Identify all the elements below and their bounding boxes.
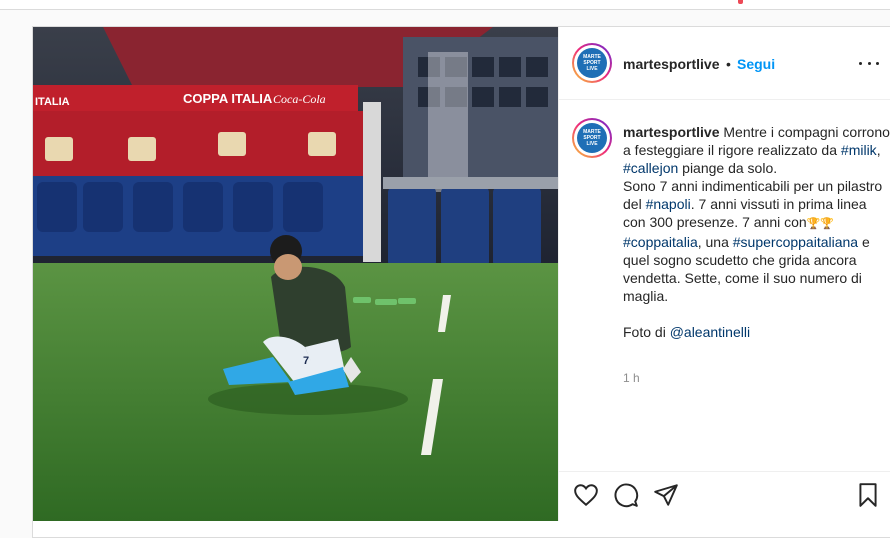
- banner-coppa-text: COPPA ITALIA: [183, 91, 273, 106]
- header-username[interactable]: martesportlive: [623, 56, 719, 72]
- caption-text: , una: [697, 234, 733, 250]
- heart-icon[interactable]: [573, 482, 599, 508]
- post-card: COPPA ITALIA Coca-Cola ITALIA 7 MARTE SP…: [32, 26, 890, 538]
- post-caption: martesportlive Mentre i compagni corrono…: [623, 123, 890, 341]
- notification-dot: [738, 0, 743, 4]
- share-icon[interactable]: [653, 482, 679, 508]
- caption-avatar[interactable]: MARTE SPORT LIVE: [572, 118, 612, 158]
- comment-icon[interactable]: [613, 482, 639, 508]
- hashtag-milik[interactable]: #milik: [841, 142, 877, 158]
- hashtag-supercoppaitaliana[interactable]: #supercoppaitaliana: [733, 234, 858, 250]
- caption-text: piange da solo.: [678, 160, 778, 176]
- brand-logo: MARTE SPORT LIVE: [577, 123, 607, 153]
- post-photo[interactable]: COPPA ITALIA Coca-Cola ITALIA 7: [33, 27, 558, 521]
- hashtag-coppaitalia[interactable]: #coppaitalia: [623, 234, 698, 250]
- top-navbar: [0, 0, 890, 10]
- separator-dot: •: [726, 56, 731, 72]
- mention-aleantinelli[interactable]: @aleantinelli: [670, 324, 750, 340]
- more-icon[interactable]: [859, 53, 879, 73]
- caption-text: ,: [876, 142, 881, 158]
- hashtag-callejon[interactable]: #callejon: [623, 160, 678, 176]
- post-timestamp[interactable]: 1 h: [623, 371, 640, 385]
- banner-brand-text: Coca-Cola: [273, 92, 326, 106]
- avatar[interactable]: MARTE SPORT LIVE: [572, 43, 612, 83]
- caption-text: Foto di: [623, 324, 670, 340]
- banner-left-text: ITALIA: [35, 96, 70, 108]
- action-bar: [559, 471, 890, 522]
- hashtag-napoli[interactable]: #napoli: [646, 196, 691, 212]
- caption-username[interactable]: martesportlive: [623, 124, 719, 140]
- follow-button[interactable]: Segui: [737, 56, 775, 72]
- jersey-number: 7: [303, 355, 309, 367]
- post-sidebar: MARTE SPORT LIVE martesportlive • Segui MA…: [558, 27, 890, 521]
- photo-illustration: COPPA ITALIA Coca-Cola ITALIA 7: [33, 27, 558, 521]
- bookmark-icon[interactable]: [855, 482, 881, 508]
- brand-logo: MARTE SPORT LIVE: [577, 48, 607, 78]
- trophy-emoji: 🏆🏆: [806, 218, 835, 230]
- post-header: MARTE SPORT LIVE martesportlive • Segui: [559, 27, 890, 100]
